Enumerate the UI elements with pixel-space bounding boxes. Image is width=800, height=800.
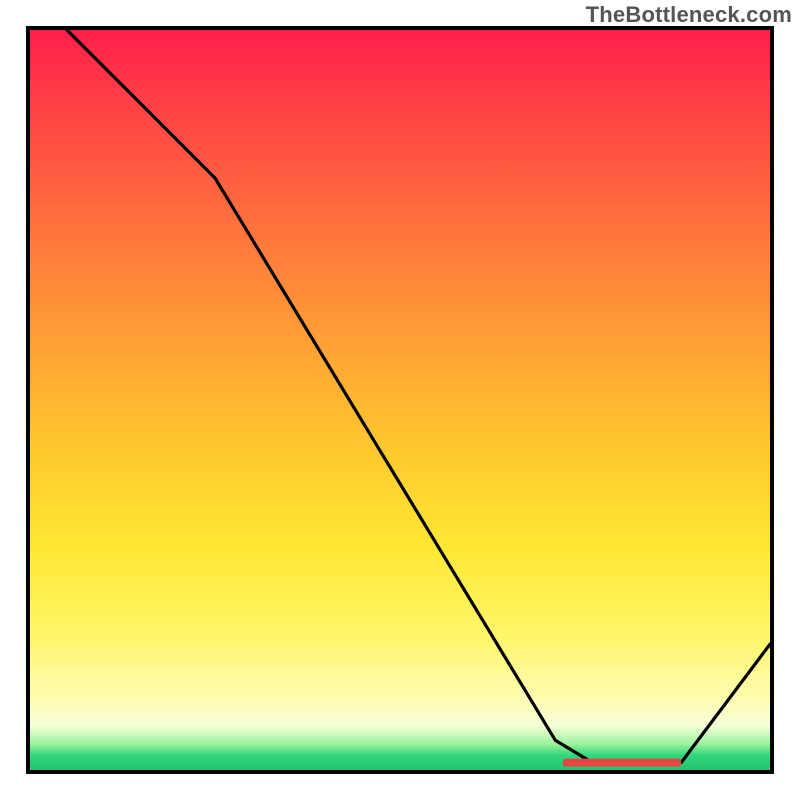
chart-frame: TheBottleneck.com <box>0 0 800 800</box>
plot-area <box>26 26 774 774</box>
watermark-text: TheBottleneck.com <box>586 2 792 28</box>
chart-svg <box>30 30 770 770</box>
line-series-curve <box>67 30 770 763</box>
optimum-marker <box>563 759 681 767</box>
